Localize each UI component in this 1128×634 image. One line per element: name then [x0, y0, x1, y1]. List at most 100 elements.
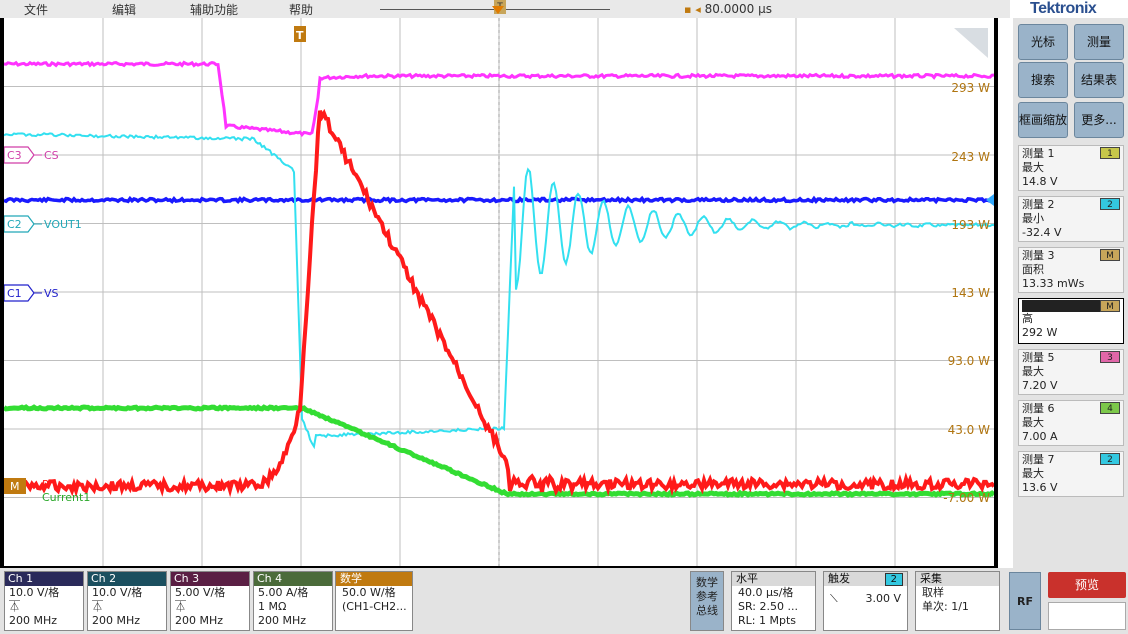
math-ref-bus-button[interactable]: 数学 参考 总线 [690, 571, 724, 631]
channel-code: C3 [7, 149, 22, 162]
scale-label: 193 W [951, 218, 990, 232]
cursor-button[interactable]: 光标 [1018, 24, 1068, 60]
measurement-stat: 最小 [1022, 212, 1044, 225]
waveform-display[interactable]: 293 W 243 W 193 W 143 W 93.0 W 43.0 W -7.00 W C… [0, 18, 998, 568]
scale-label: 243 W [951, 150, 990, 164]
channel-name: Ch 4 [254, 572, 332, 586]
measurement-title: 测量 5 [1022, 351, 1055, 364]
channel-coupling: 1 MΩ [258, 600, 287, 613]
measurement-6[interactable]: 测量 6 4 最大 7.00 A [1018, 400, 1124, 446]
scale-label: 93.0 W [948, 354, 991, 368]
channel-coupling: ⏄ [175, 600, 186, 613]
zoom-box-button[interactable]: 框画缩放 [1018, 102, 1068, 138]
channel-4-panel[interactable]: Ch 4 5.00 A/格 1 MΩ 200 MHz [253, 571, 333, 631]
measurement-source-tag: 1 [1100, 147, 1120, 159]
channel-bandwidth: 200 MHz [9, 614, 58, 627]
measurement-source-tag: M [1100, 300, 1120, 312]
menu-help[interactable]: 帮助 [289, 1, 313, 18]
current-label: Current1 [42, 491, 90, 504]
ref-line-3: 总线 [696, 604, 718, 617]
channel-name-label: CS [44, 149, 59, 162]
scale-label: 293 W [951, 81, 990, 95]
menu-bar: 文件 编辑 辅助功能 帮助 T ▪ ◂ 80.0000 μs [0, 0, 1010, 18]
measurement-value: 7.00 A [1022, 430, 1058, 443]
sample-rate: SR: 2.50 ... [738, 600, 798, 613]
measurement-stat: 最大 [1022, 467, 1044, 480]
measurement-title: 测量 3 [1022, 249, 1055, 262]
trigger-title-text: 触发 [828, 572, 850, 585]
menu-utilities[interactable]: 辅助功能 [190, 1, 238, 18]
trigger-arrow-icon [492, 6, 504, 14]
horizontal-panel[interactable]: 水平 40.0 μs/格 SR: 2.50 ... RL: 1 Mpts [731, 571, 816, 631]
trigger-panel[interactable]: 触发 2 ⟍ 3.00 V [823, 571, 908, 631]
math-label: P [42, 478, 49, 491]
measurement-stat: 最大 [1022, 161, 1044, 174]
measurement-title: 测量 7 [1022, 453, 1055, 466]
measurement-title: 测量 1 [1022, 147, 1055, 160]
measurement-source-tag: 2 [1100, 453, 1120, 465]
horizontal-position-value: 80.0000 μs [704, 2, 772, 16]
measurement-source-tag: 3 [1100, 351, 1120, 363]
ref-line-1: 数学 [696, 576, 718, 589]
measurement-2[interactable]: 测量 2 2 最小 -32.4 V [1018, 196, 1124, 242]
waveform-svg: 293 W 243 W 193 W 143 W 93.0 W 43.0 W -7.00 W C… [4, 18, 994, 566]
preview-button[interactable]: 预览 [1048, 572, 1126, 598]
math-panel-title: 数学 [336, 572, 412, 586]
measurement-1[interactable]: 测量 1 1 最大 14.8 V [1018, 145, 1124, 191]
menu-edit[interactable]: 编辑 [112, 1, 136, 18]
channel-name: Ch 2 [88, 572, 166, 586]
preview-area[interactable] [1048, 602, 1126, 630]
math-source: (CH1-CH2... [342, 600, 407, 613]
channel-name-label: VOUT1 [44, 218, 82, 231]
math-panel[interactable]: 数学 50.0 W/格 (CH1-CH2... [335, 571, 413, 631]
channel-scale: 10.0 V/格 [9, 586, 60, 599]
measurement-7[interactable]: 测量 7 2 最大 13.6 V [1018, 451, 1124, 497]
channel-name: Ch 1 [5, 572, 83, 586]
measurement-5[interactable]: 测量 5 3 最大 7.20 V [1018, 349, 1124, 395]
channel-bandwidth: 200 MHz [92, 614, 141, 627]
trigger-slope-icon: ⟍ [830, 592, 838, 605]
channel-scale: 5.00 V/格 [175, 586, 226, 599]
channel-code: C2 [7, 218, 22, 231]
channel-coupling: ⏄ [92, 600, 103, 613]
menu-file[interactable]: 文件 [24, 1, 48, 18]
math-code: M [10, 480, 20, 493]
more-button[interactable]: 更多... [1074, 102, 1124, 138]
measurement-source-tag: M [1100, 249, 1120, 261]
measurement-stat: 面积 [1022, 263, 1044, 276]
channel-1-panel[interactable]: Ch 1 10.0 V/格 ⏄ 200 MHz [4, 571, 84, 631]
acquire-mode: 取样 [922, 586, 944, 599]
measurement-stat: 最大 [1022, 416, 1044, 429]
acquire-title: 采集 [916, 572, 999, 586]
measurement-source-tag: 4 [1100, 402, 1120, 414]
measurement-value: 292 W [1022, 326, 1058, 339]
scale-label: 143 W [951, 286, 990, 300]
measurement-3[interactable]: 测量 3 M 面积 13.33 mWs [1018, 247, 1124, 293]
channel-2-panel[interactable]: Ch 2 10.0 V/格 ⏄ 200 MHz [87, 571, 167, 631]
brand-logo: Tektronix [1030, 0, 1097, 17]
measurement-value: 13.33 mWs [1022, 277, 1085, 290]
measurement-title: 测量 2 [1022, 198, 1055, 211]
channel-coupling: ⏄ [9, 600, 20, 613]
measure-button[interactable]: 测量 [1074, 24, 1124, 60]
measurement-value: 7.20 V [1022, 379, 1058, 392]
measurement-source-tag: 2 [1100, 198, 1120, 210]
results-table-button[interactable]: 结果表 [1074, 62, 1124, 98]
ref-line-2: 参考 [696, 590, 718, 603]
scale-label: -7.00 W [943, 491, 990, 505]
channel-name-label: VS [44, 287, 59, 300]
channel-3-panel[interactable]: Ch 3 5.00 V/格 ⏄ 200 MHz [170, 571, 250, 631]
acquire-panel[interactable]: 采集 取样 单次: 1/1 [915, 571, 1000, 631]
channel-code: C1 [7, 287, 22, 300]
rf-button[interactable]: RF [1009, 572, 1041, 630]
channel-bandwidth: 200 MHz [258, 614, 307, 627]
record-length: RL: 1 Mpts [738, 614, 796, 627]
trigger-title: 触发 2 [824, 572, 907, 586]
search-button[interactable]: 搜索 [1018, 62, 1068, 98]
measurement-stat: 高 [1022, 312, 1033, 325]
horizontal-position-readout[interactable]: ▪ ◂ 80.0000 μs [684, 2, 772, 16]
measurement-4[interactable]: M 高 292 W [1018, 298, 1124, 344]
horizontal-title: 水平 [732, 572, 815, 586]
channel-bandwidth: 200 MHz [175, 614, 224, 627]
channel-scale: 10.0 V/格 [92, 586, 143, 599]
